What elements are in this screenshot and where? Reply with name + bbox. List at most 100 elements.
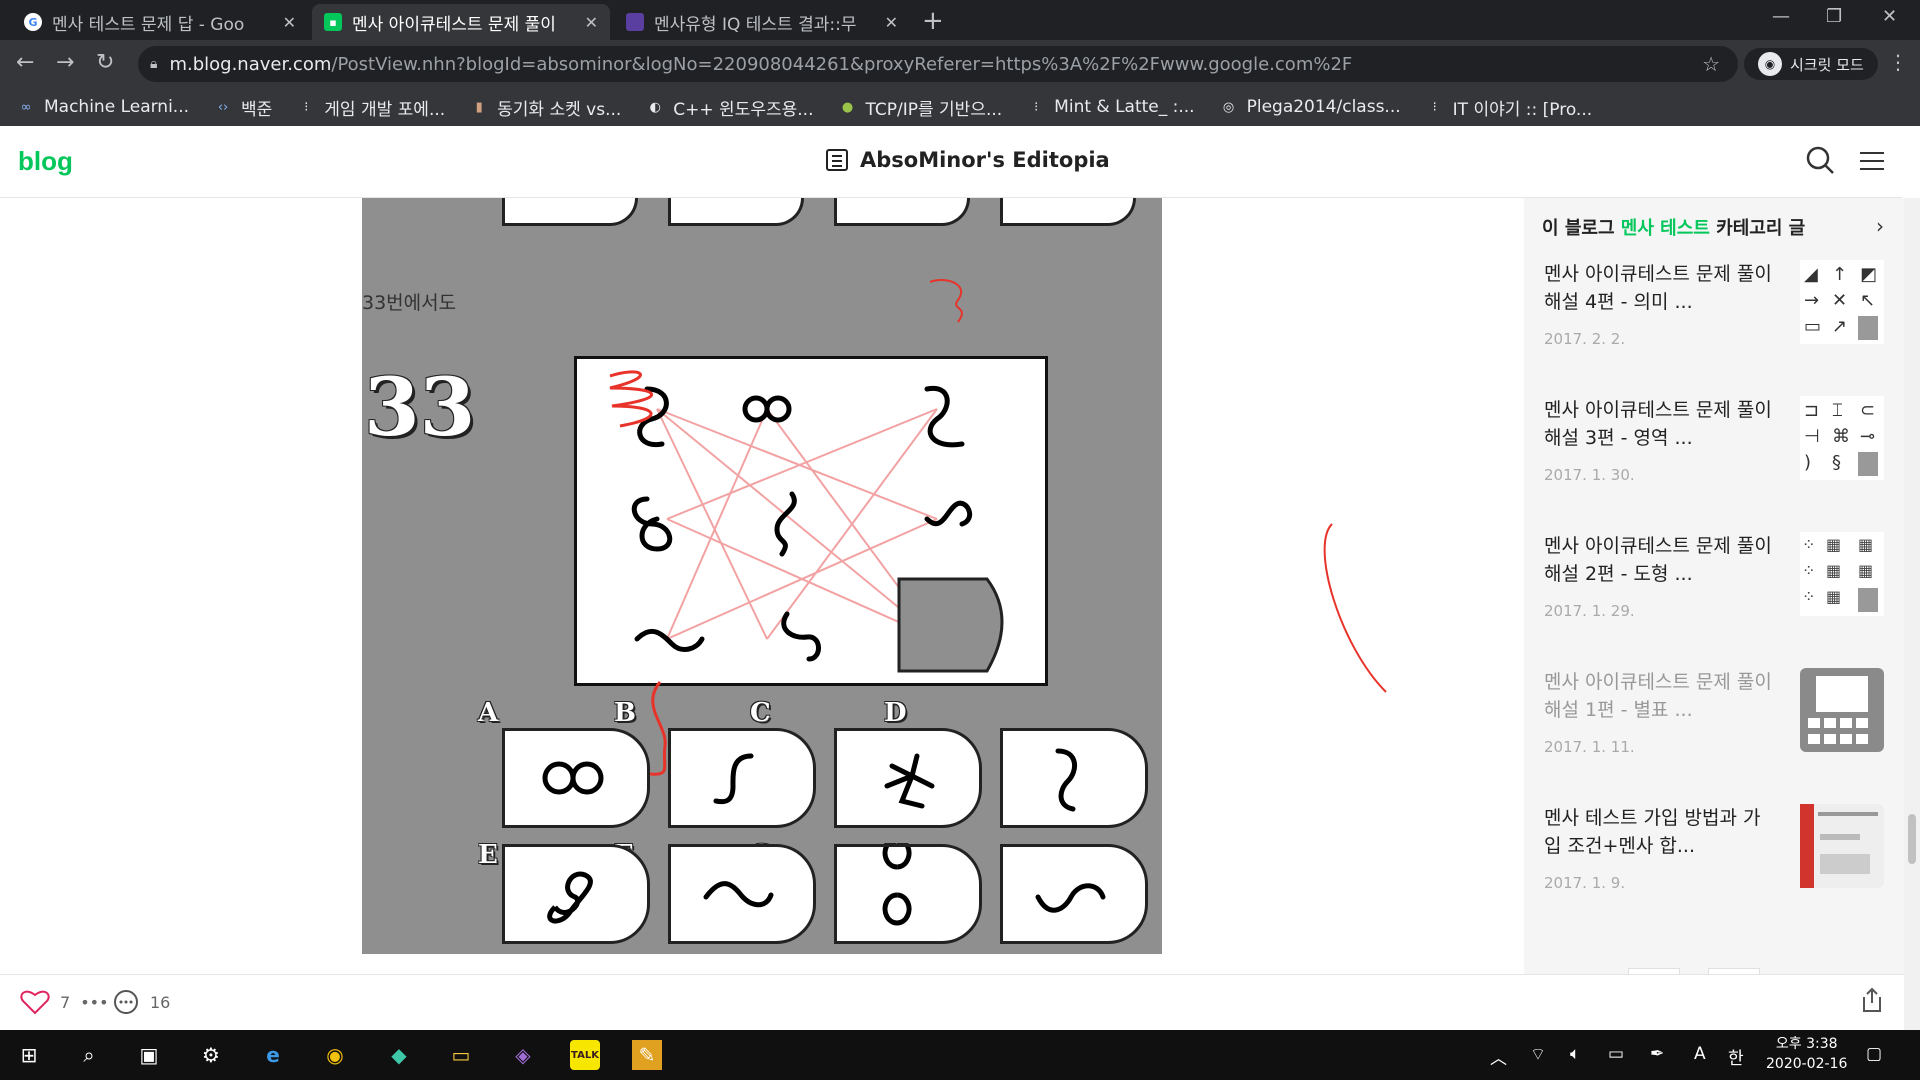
pen-icon[interactable]: ✒ xyxy=(1650,1044,1664,1064)
more-icon[interactable]: ••• xyxy=(80,993,108,1012)
search-icon[interactable]: ⌕ xyxy=(74,1040,104,1070)
blog-header: blog AbsoMinor's Editopia xyxy=(0,126,1902,198)
bookmark-label: 백준 xyxy=(241,99,273,120)
visual-studio-icon[interactable]: ◈ xyxy=(508,1040,538,1070)
browser-menu-icon[interactable]: ⋮ xyxy=(1888,50,1908,74)
url-path: /PostView.nhn?blogId=absominor&logNo=220… xyxy=(331,53,1353,75)
bookmark-label: Machine Learni... xyxy=(44,97,190,117)
settings-gear-icon[interactable]: ⚙ xyxy=(196,1040,226,1070)
svg-text:↗: ↗ xyxy=(1832,316,1847,337)
forward-icon[interactable]: → xyxy=(56,50,74,75)
blog-title-text: AbsoMinor's Editopia xyxy=(860,148,1110,172)
restore-icon[interactable]: ❐ xyxy=(1826,6,1842,27)
sidebar-post[interactable]: 멘사 아이큐테스트 문제 풀이 해설 1편 - 별표 ... 2017. 1. … xyxy=(1544,668,1884,778)
tray-chevron-icon[interactable]: ︿ xyxy=(1490,1044,1507,1069)
edge-icon[interactable]: e xyxy=(258,1040,288,1070)
sidebar-post[interactable]: 멘사 아이큐테스트 문제 풀이 해설 4편 - 의미 ... 2017. 2. … xyxy=(1544,260,1884,370)
bookmark-item[interactable]: ⁝ Mint & Latte_ :... xyxy=(1026,97,1195,117)
kakaotalk-icon[interactable]: TALK xyxy=(570,1040,600,1070)
app-bird-icon[interactable]: ◆ xyxy=(384,1040,414,1070)
bookmark-item[interactable]: ◎ Plega2014/class... xyxy=(1219,97,1401,117)
volume-icon[interactable]: 🔈︎ xyxy=(1570,1044,1580,1064)
network-icon[interactable]: ⌔ xyxy=(1530,1044,1546,1065)
like-button[interactable]: 7 ••• xyxy=(20,989,109,1015)
reload-icon[interactable]: ↻ xyxy=(96,50,114,75)
site-icon xyxy=(626,13,644,31)
tab-title: 멘사유형 IQ 테스트 결과::무 xyxy=(654,14,857,35)
svg-text:▦: ▦ xyxy=(1858,535,1873,554)
bookmark-label: C++ 윈도우즈용... xyxy=(673,99,814,120)
svg-text:⊐: ⊐ xyxy=(1804,400,1819,421)
page-scrollbar[interactable] xyxy=(1904,198,1920,1030)
naver-blog-icon: ▪ xyxy=(324,13,342,31)
bookmark-item[interactable]: ‹› 백준 xyxy=(213,95,272,120)
sidebar-post-title: 멘사 아이큐테스트 문제 풀이 해설 4편 - 의미 ... xyxy=(1544,263,1772,313)
sticky-notes-icon[interactable]: ✎ xyxy=(632,1040,662,1070)
post-thumbnail xyxy=(1800,668,1884,752)
bookmark-item[interactable]: ∞ Machine Learni... xyxy=(16,97,189,117)
svg-text:◢: ◢ xyxy=(1804,264,1818,285)
svg-text:⊂: ⊂ xyxy=(1860,400,1875,421)
notifications-icon[interactable]: ▢ xyxy=(1866,1044,1882,1064)
comment-button[interactable]: 16 xyxy=(112,989,170,1015)
blog-logo[interactable]: blog xyxy=(18,146,73,177)
browser-tab-3[interactable]: 멘사유형 IQ 테스트 결과::무 ✕ xyxy=(614,4,910,40)
comment-count: 16 xyxy=(150,992,171,1012)
circle-icon: ● xyxy=(841,99,854,115)
file-explorer-icon[interactable]: ▭ xyxy=(446,1040,476,1070)
hamburger-menu-icon[interactable] xyxy=(1860,152,1884,170)
chevron-right-icon[interactable]: › xyxy=(1876,214,1884,238)
bookmark-item[interactable]: ▮ 동기화 소켓 vs... xyxy=(469,95,622,120)
windows-start-icon[interactable]: ⊞ xyxy=(14,1040,44,1070)
search-icon[interactable] xyxy=(1806,146,1834,174)
input-language[interactable]: A xyxy=(1694,1044,1706,1064)
share-icon[interactable] xyxy=(1860,987,1884,1013)
task-view-icon[interactable]: ▣ xyxy=(134,1040,164,1070)
bookmark-star-icon[interactable]: ☆ xyxy=(1702,52,1720,76)
scrollbar-thumb[interactable] xyxy=(1908,814,1916,864)
blog-title[interactable]: AbsoMinor's Editopia xyxy=(826,148,1110,172)
svg-text:▦: ▦ xyxy=(1858,561,1873,580)
sidebar-heading[interactable]: 이 블로그 멘사 테스트 카테고리 글 xyxy=(1542,214,1805,240)
comment-icon xyxy=(114,990,138,1014)
browser-tab-2[interactable]: ▪ 멘사 아이큐테스트 문제 풀이 ✕ xyxy=(312,4,610,40)
github-icon: ◎ xyxy=(1222,99,1235,115)
lock-icon: 🔒︎ xyxy=(150,56,158,72)
bookmark-item[interactable]: ● TCP/IP를 기반으... xyxy=(837,95,1002,120)
bookmark-label: 동기화 소켓 vs... xyxy=(497,99,622,120)
sidebar-post-title: 멘사 테스트 가입 방법과 가입 조건+멘사 합... xyxy=(1544,807,1761,857)
svg-text:→: → xyxy=(1804,290,1819,311)
taskbar-clock[interactable]: 오후 3:38 2020-02-16 xyxy=(1766,1034,1847,1074)
tab-title: 멘사 테스트 문제 답 - Goo xyxy=(52,14,245,35)
back-icon[interactable]: ← xyxy=(16,50,34,75)
incognito-label: 시크릿 모드 xyxy=(1790,55,1864,74)
sidebar-post-date: 2017. 1. 29. xyxy=(1544,602,1635,620)
sidebar-post-title: 멘사 아이큐테스트 문제 풀이 해설 2편 - 도형 ... xyxy=(1544,535,1772,585)
url-host: m.blog.naver.com xyxy=(169,53,332,75)
bookmark-item[interactable]: ⁝ IT 이야기 :: [Pro... xyxy=(1425,95,1593,120)
window-close-icon[interactable]: ✕ xyxy=(1882,6,1897,27)
bookmarks-bar: ∞ Machine Learni... ‹› 백준 ⁝ 게임 개발 포에... ▮ 동기… xyxy=(0,88,1920,126)
incognito-indicator[interactable]: ◉ 시크릿 모드 xyxy=(1744,48,1878,80)
new-tab-button[interactable]: + xyxy=(922,6,944,36)
sidebar-post[interactable]: 멘사 테스트 가입 방법과 가입 조건+멘사 합... 2017. 1. 9. xyxy=(1544,804,1884,914)
chrome-icon[interactable]: ◉ xyxy=(320,1040,350,1070)
close-icon[interactable]: ✕ xyxy=(283,13,296,32)
bookmark-label: 게임 개발 포에... xyxy=(324,99,446,120)
tab-title: 멘사 아이큐테스트 문제 풀이 xyxy=(352,14,556,35)
ime-mode[interactable]: 한 xyxy=(1728,1044,1744,1069)
svg-text:▭: ▭ xyxy=(1804,316,1821,337)
sidebar-post[interactable]: 멘사 아이큐테스트 문제 풀이 해설 2편 - 도형 ... 2017. 1. … xyxy=(1544,532,1884,642)
incognito-icon: ◉ xyxy=(1758,52,1782,76)
bookmark-item[interactable]: ⁝ 게임 개발 포에... xyxy=(296,95,445,120)
sidebar-post[interactable]: 멘사 아이큐테스트 문제 풀이 해설 3편 - 영역 ... 2017. 1. … xyxy=(1544,396,1884,506)
globe-icon: ◐ xyxy=(649,99,661,115)
minimize-icon[interactable]: — xyxy=(1772,6,1790,27)
browser-tab-1[interactable]: G 멘사 테스트 문제 답 - Goo ✕ xyxy=(12,4,308,40)
close-icon[interactable]: ✕ xyxy=(585,13,598,32)
close-icon[interactable]: ✕ xyxy=(885,13,898,32)
bookmark-item[interactable]: ◐ C++ 윈도우즈용... xyxy=(645,95,814,120)
clock-date: 2020-02-16 xyxy=(1766,1056,1848,1072)
address-bar[interactable]: 🔒︎ m.blog.naver.com /PostView.nhn?blogId… xyxy=(138,46,1738,82)
battery-icon[interactable]: ▭ xyxy=(1608,1044,1624,1064)
